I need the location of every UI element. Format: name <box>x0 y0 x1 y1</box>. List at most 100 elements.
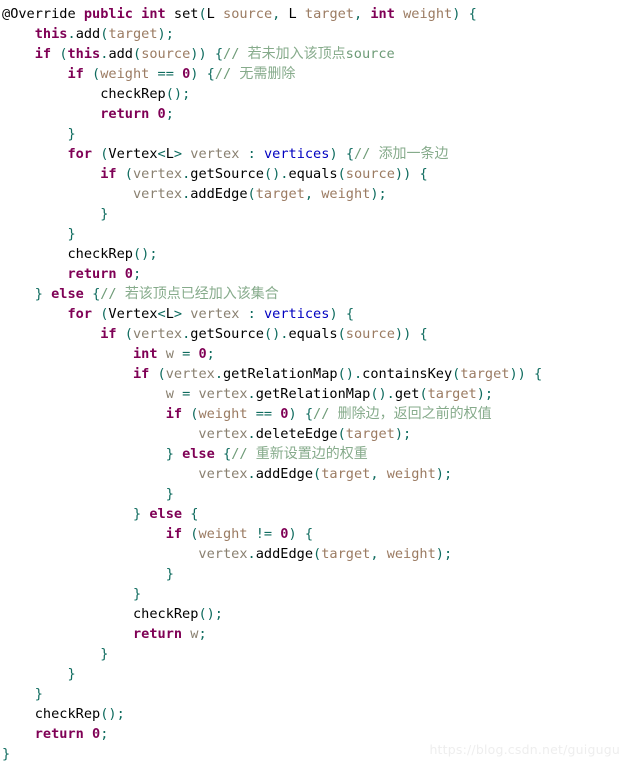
token-punct: > <box>173 146 183 162</box>
token-local: vertex <box>132 326 183 342</box>
token-method: checkRep <box>34 706 101 722</box>
token-method: checkRep <box>132 606 199 622</box>
code-line: } <box>0 644 626 664</box>
token-method: addEdge <box>255 466 314 482</box>
token-keyword: this <box>67 46 101 62</box>
token-punct: } <box>67 126 76 142</box>
token-punct: ( <box>419 386 428 402</box>
token-param: target <box>108 26 158 42</box>
token-punct: , <box>354 6 363 22</box>
token-comment-cjk: 无需删除 <box>239 66 296 82</box>
token-punct: (); <box>132 246 158 262</box>
token-punct: ( <box>313 546 322 562</box>
token-param: target <box>321 546 371 562</box>
token-punct: ( <box>157 366 166 382</box>
token-punct: > <box>173 306 183 322</box>
token-punct: . <box>247 466 256 482</box>
token-method: addEdge <box>255 546 314 562</box>
token-comment: // <box>223 46 248 62</box>
token-comment-cjk: 重新设置边的权重 <box>255 446 368 462</box>
code-line: } <box>0 744 626 764</box>
token-field: vertices <box>263 306 330 322</box>
token-keyword: int <box>141 6 166 22</box>
token-param: weight <box>403 6 453 22</box>
token-param: source <box>141 46 191 62</box>
token-keyword: for <box>67 306 93 322</box>
code-line: if (vertex.getSource().equals(source)) { <box>0 324 626 344</box>
token-punct: { <box>206 66 215 82</box>
token-punct: == <box>157 66 174 82</box>
token-punct: } <box>165 486 174 502</box>
code-line: } <box>0 124 626 144</box>
token-punct: : <box>247 146 256 162</box>
token-punct: ); <box>370 186 387 202</box>
token-punct: ; <box>198 626 207 642</box>
token-punct: { <box>534 366 543 382</box>
code-line: @Override public int set(L source, L tar… <box>0 4 626 24</box>
code-line: } <box>0 684 626 704</box>
token-punct: , <box>370 466 379 482</box>
code-line: } else {// 重新设置边的权重 <box>0 444 626 464</box>
token-punct: ( <box>247 186 256 202</box>
token-keyword: this <box>34 26 68 42</box>
token-method: set <box>173 6 199 22</box>
token-punct: { <box>223 446 232 462</box>
token-keyword: else <box>149 506 183 522</box>
token-punct: ) <box>288 526 297 542</box>
token-punct: ( <box>59 46 68 62</box>
code-line: return w; <box>0 624 626 644</box>
code-line: w = vertex.getRelationMap().get(target); <box>0 384 626 404</box>
token-param: weight <box>386 466 436 482</box>
code-line: } <box>0 564 626 584</box>
token-param: target <box>427 386 477 402</box>
token-comment: // <box>100 286 125 302</box>
code-line: } else { <box>0 504 626 524</box>
token-punct: ; <box>206 346 215 362</box>
token-keyword: if <box>165 406 183 422</box>
token-local: vertex <box>132 166 183 182</box>
code-line: if (vertex.getRelationMap().containsKey(… <box>0 364 626 384</box>
token-punct: } <box>2 746 11 762</box>
token-punct: != <box>255 526 273 542</box>
token-local: vertex <box>198 466 248 482</box>
token-punct: ( <box>124 166 133 182</box>
code-line: vertex.addEdge(target, weight); <box>0 464 626 484</box>
token-punct: } <box>165 566 174 582</box>
token-param: target <box>345 426 395 442</box>
token-keyword: if <box>132 366 150 382</box>
code-line: checkRep(); <box>0 604 626 624</box>
token-type: L <box>288 6 297 22</box>
token-punct: { <box>468 6 477 22</box>
code-line: } <box>0 224 626 244</box>
token-punct: } <box>67 226 76 242</box>
token-punct: } <box>34 686 43 702</box>
token-local: w <box>165 386 174 402</box>
code-line: if (weight == 0) {// 删除边，返回之前的权值 <box>0 404 626 424</box>
token-method: checkRep <box>67 246 133 262</box>
token-punct: )) <box>394 166 412 182</box>
code-block[interactable]: @Override public int set(L source, L tar… <box>0 0 626 764</box>
token-field: vertices <box>263 146 330 162</box>
code-line: vertex.addEdge(target, weight); <box>0 184 626 204</box>
token-punct: , <box>304 186 314 202</box>
token-keyword: return <box>100 106 150 122</box>
token-comment: source <box>345 46 395 62</box>
token-punct: } <box>100 206 109 222</box>
token-comment: // <box>214 66 240 82</box>
code-line: checkRep(); <box>0 84 626 104</box>
token-local: vertex <box>190 306 240 322</box>
token-method: addEdge <box>190 186 248 202</box>
